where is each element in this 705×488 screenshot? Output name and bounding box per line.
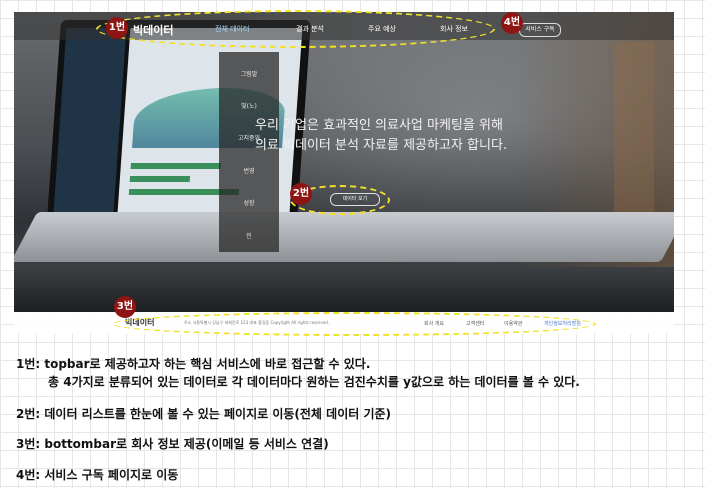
hero-headline-line2: 의료 빅데이터 분석 자료를 제공하고자 합니다. [255,138,508,153]
hero-screenshot: 그림말 빛(노) 고지중위 번영 성장 인 [14,12,674,312]
dropdown-item[interactable]: 빛(노) [219,101,279,110]
note-2: 2번: 데이터 리스트를 한눈에 볼 수 있는 페이지로 이동(전체 데이터 기… [16,407,392,421]
highlight-topbar [96,10,495,48]
note-1-detail: 총 4가지로 분류되어 있는 데이터로 각 데이터마다 원하는 검진수치를 y값… [48,375,580,389]
laptop-dashboard-bar [130,163,221,169]
subscribe-button[interactable]: 서비스 구독 [519,23,561,37]
laptop-dashboard-bar [129,176,191,182]
dropdown-item[interactable]: 성장 [219,198,279,207]
highlight-bottombar [112,312,596,336]
marker-2: 2번 [290,183,312,205]
dropdown-item[interactable]: 그림말 [219,69,279,78]
hero-headline-line1: 우리 기업은 효과적인 의료사업 마케팅을 위해 [255,118,503,133]
note-4: 4번: 서비스 구독 페이지로 이동 [16,468,179,482]
dropdown-item[interactable]: 번영 [219,166,279,175]
note-1: 1번: topbar로 제공하고자 하는 핵심 서비스에 바로 접근할 수 있다… [16,357,371,371]
desk-reflection [14,267,674,312]
laptop-dashboard-sidebar [53,28,127,213]
marker-3: 3번 [114,296,136,318]
marker-4: 4번 [501,12,523,34]
marker-1: 1번 [106,17,128,39]
note-3: 3번: bottombar로 회사 정보 제공(이메일 등 서비스 연결) [16,437,329,451]
laptop-base-image [14,212,674,262]
dropdown-item[interactable]: 인 [219,231,279,240]
